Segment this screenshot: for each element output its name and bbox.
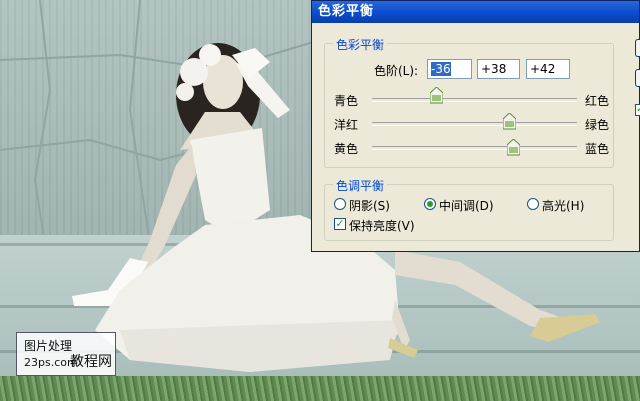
cyan-red-slider-thumb[interactable]: [430, 87, 443, 104]
shadows-radio[interactable]: [334, 198, 346, 210]
slider-left-label-magenta: 洋红: [334, 118, 359, 132]
highlights-radio[interactable]: [527, 198, 539, 210]
midtones-label[interactable]: 中间调(D): [439, 197, 494, 214]
level-cyan-red-field[interactable]: -36: [427, 59, 472, 79]
highlights-label[interactable]: 高光(H): [542, 197, 584, 214]
yellow-blue-slider-track[interactable]: [372, 146, 577, 150]
color-balance-group-label: 色彩平衡: [333, 36, 388, 53]
slider-right-label-green: 绿色: [585, 118, 610, 132]
preserve-luminosity-checkbox[interactable]: ✓: [334, 218, 346, 230]
ok-button-edge[interactable]: [635, 39, 640, 57]
site-watermark: 图片处理 23ps.com 教程网: [16, 332, 116, 376]
slider-right-label-blue: 蓝色: [585, 142, 610, 156]
slider-left-label-yellow: 黄色: [334, 142, 359, 156]
preview-checkbox-edge[interactable]: ✓: [635, 104, 640, 116]
cyan-red-slider-track[interactable]: [372, 98, 577, 102]
level-yellow-blue-field[interactable]: +42: [526, 59, 570, 79]
color-balance-dialog[interactable]: 色彩平衡 色彩平衡 色阶(L): -36 +38 +42 青色 红色 洋红 绿色…: [311, 0, 640, 252]
levels-label: 色阶(L):: [374, 64, 419, 78]
cancel-button-edge[interactable]: [635, 69, 640, 87]
magenta-green-slider-thumb[interactable]: [503, 113, 516, 130]
dialog-title[interactable]: 色彩平衡: [312, 1, 639, 23]
slider-right-label-red: 红色: [585, 94, 610, 108]
preserve-luminosity-label[interactable]: 保持亮度(V): [349, 217, 415, 234]
watermark-line3: 教程网: [70, 354, 112, 370]
midtones-radio[interactable]: [424, 198, 436, 210]
yellow-blue-slider-thumb[interactable]: [507, 139, 520, 156]
level-magenta-green-field[interactable]: +38: [477, 59, 520, 79]
shadows-label[interactable]: 阴影(S): [349, 197, 390, 214]
magenta-green-slider-track[interactable]: [372, 122, 577, 126]
slider-left-label-cyan: 青色: [334, 94, 359, 108]
watermark-line1: 图片处理: [24, 339, 73, 353]
tone-balance-group-label: 色调平衡: [333, 177, 388, 194]
